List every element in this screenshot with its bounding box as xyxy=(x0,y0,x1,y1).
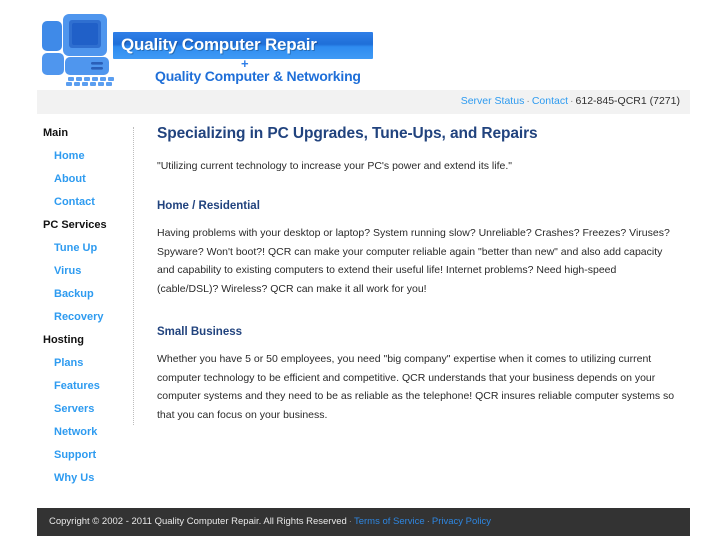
site-header: Quality Computer Repair + Quality Comput… xyxy=(37,8,690,90)
topbar-separator-1: · xyxy=(526,95,530,107)
site-logo[interactable]: Quality Computer Repair + Quality Comput… xyxy=(37,8,373,90)
sidebar-item-plans[interactable]: Plans xyxy=(37,357,133,380)
sidebar-item-virus[interactable]: Virus xyxy=(37,265,133,288)
sidebar-nav: Main Home About Contact PC Services Tune… xyxy=(37,127,134,484)
sidebar-item-why-us[interactable]: Why Us xyxy=(37,472,133,495)
server-status-link[interactable]: Server Status xyxy=(461,95,525,107)
privacy-policy-link[interactable]: Privacy Policy xyxy=(432,516,491,527)
sidebar-item-support[interactable]: Support xyxy=(37,449,133,472)
section-body-home-residential: Having problems with your desktop or lap… xyxy=(157,227,670,295)
terms-of-service-link[interactable]: Terms of Service xyxy=(354,516,425,527)
section-title-small-business: Small Business xyxy=(157,326,243,338)
sidebar-item-about[interactable]: About xyxy=(37,173,133,196)
sidebar-item-home[interactable]: Home xyxy=(37,150,133,173)
section-body-small-business: Whether you have 5 or 50 employees, you … xyxy=(157,353,675,421)
sidebar-item-network[interactable]: Network xyxy=(37,426,133,449)
sidebar-item-features[interactable]: Features xyxy=(37,380,133,403)
brand-secondary-text: Quality Computer & Networking xyxy=(155,68,361,84)
site-footer: Copyright © 2002 - 2011 Quality Computer… xyxy=(37,508,690,536)
sidebar-group-title-pc-services: PC Services xyxy=(43,219,107,231)
sidebar-group-title-main: Main xyxy=(43,127,69,139)
footer-copyright: Copyright © 2002 - 2011 Quality Computer… xyxy=(49,516,347,527)
footer-separator-2: · xyxy=(426,516,430,527)
phone-number: 612-845-QCR1 (7271) xyxy=(575,95,680,107)
top-utility-links: Server Status · Contact · 612-845-QCR1 (7271… xyxy=(461,95,680,107)
footer-content: Copyright © 2002 - 2011 Quality Computer… xyxy=(49,516,491,527)
top-utility-bar: Server Status · Contact · 612-845-QCR1 (7271… xyxy=(37,90,690,114)
sidebar-item-recovery[interactable]: Recovery xyxy=(37,311,133,334)
sidebar-item-servers[interactable]: Servers xyxy=(37,403,133,426)
footer-separator-1: · xyxy=(348,516,352,527)
page-root: Quality Computer Repair + Quality Comput… xyxy=(0,0,727,545)
section-title-home-residential: Home / Residential xyxy=(157,200,260,212)
brand-lockup: Quality Computer Repair + Quality Comput… xyxy=(113,32,383,90)
page-tagline: "Utilizing current technology to increas… xyxy=(157,160,512,172)
sidebar-item-contact[interactable]: Contact xyxy=(37,196,133,219)
brand-primary-text: Quality Computer Repair xyxy=(121,35,317,54)
main-content: Specializing in PC Upgrades, Tune-Ups, a… xyxy=(157,125,677,452)
topbar-separator-2: · xyxy=(570,95,574,107)
sidebar-item-backup[interactable]: Backup xyxy=(37,288,133,311)
page-title: Specializing in PC Upgrades, Tune-Ups, a… xyxy=(157,125,538,142)
contact-link[interactable]: Contact xyxy=(532,95,568,107)
sidebar-group-title-hosting: Hosting xyxy=(43,334,84,346)
sidebar-item-tune-up[interactable]: Tune Up xyxy=(37,242,133,265)
